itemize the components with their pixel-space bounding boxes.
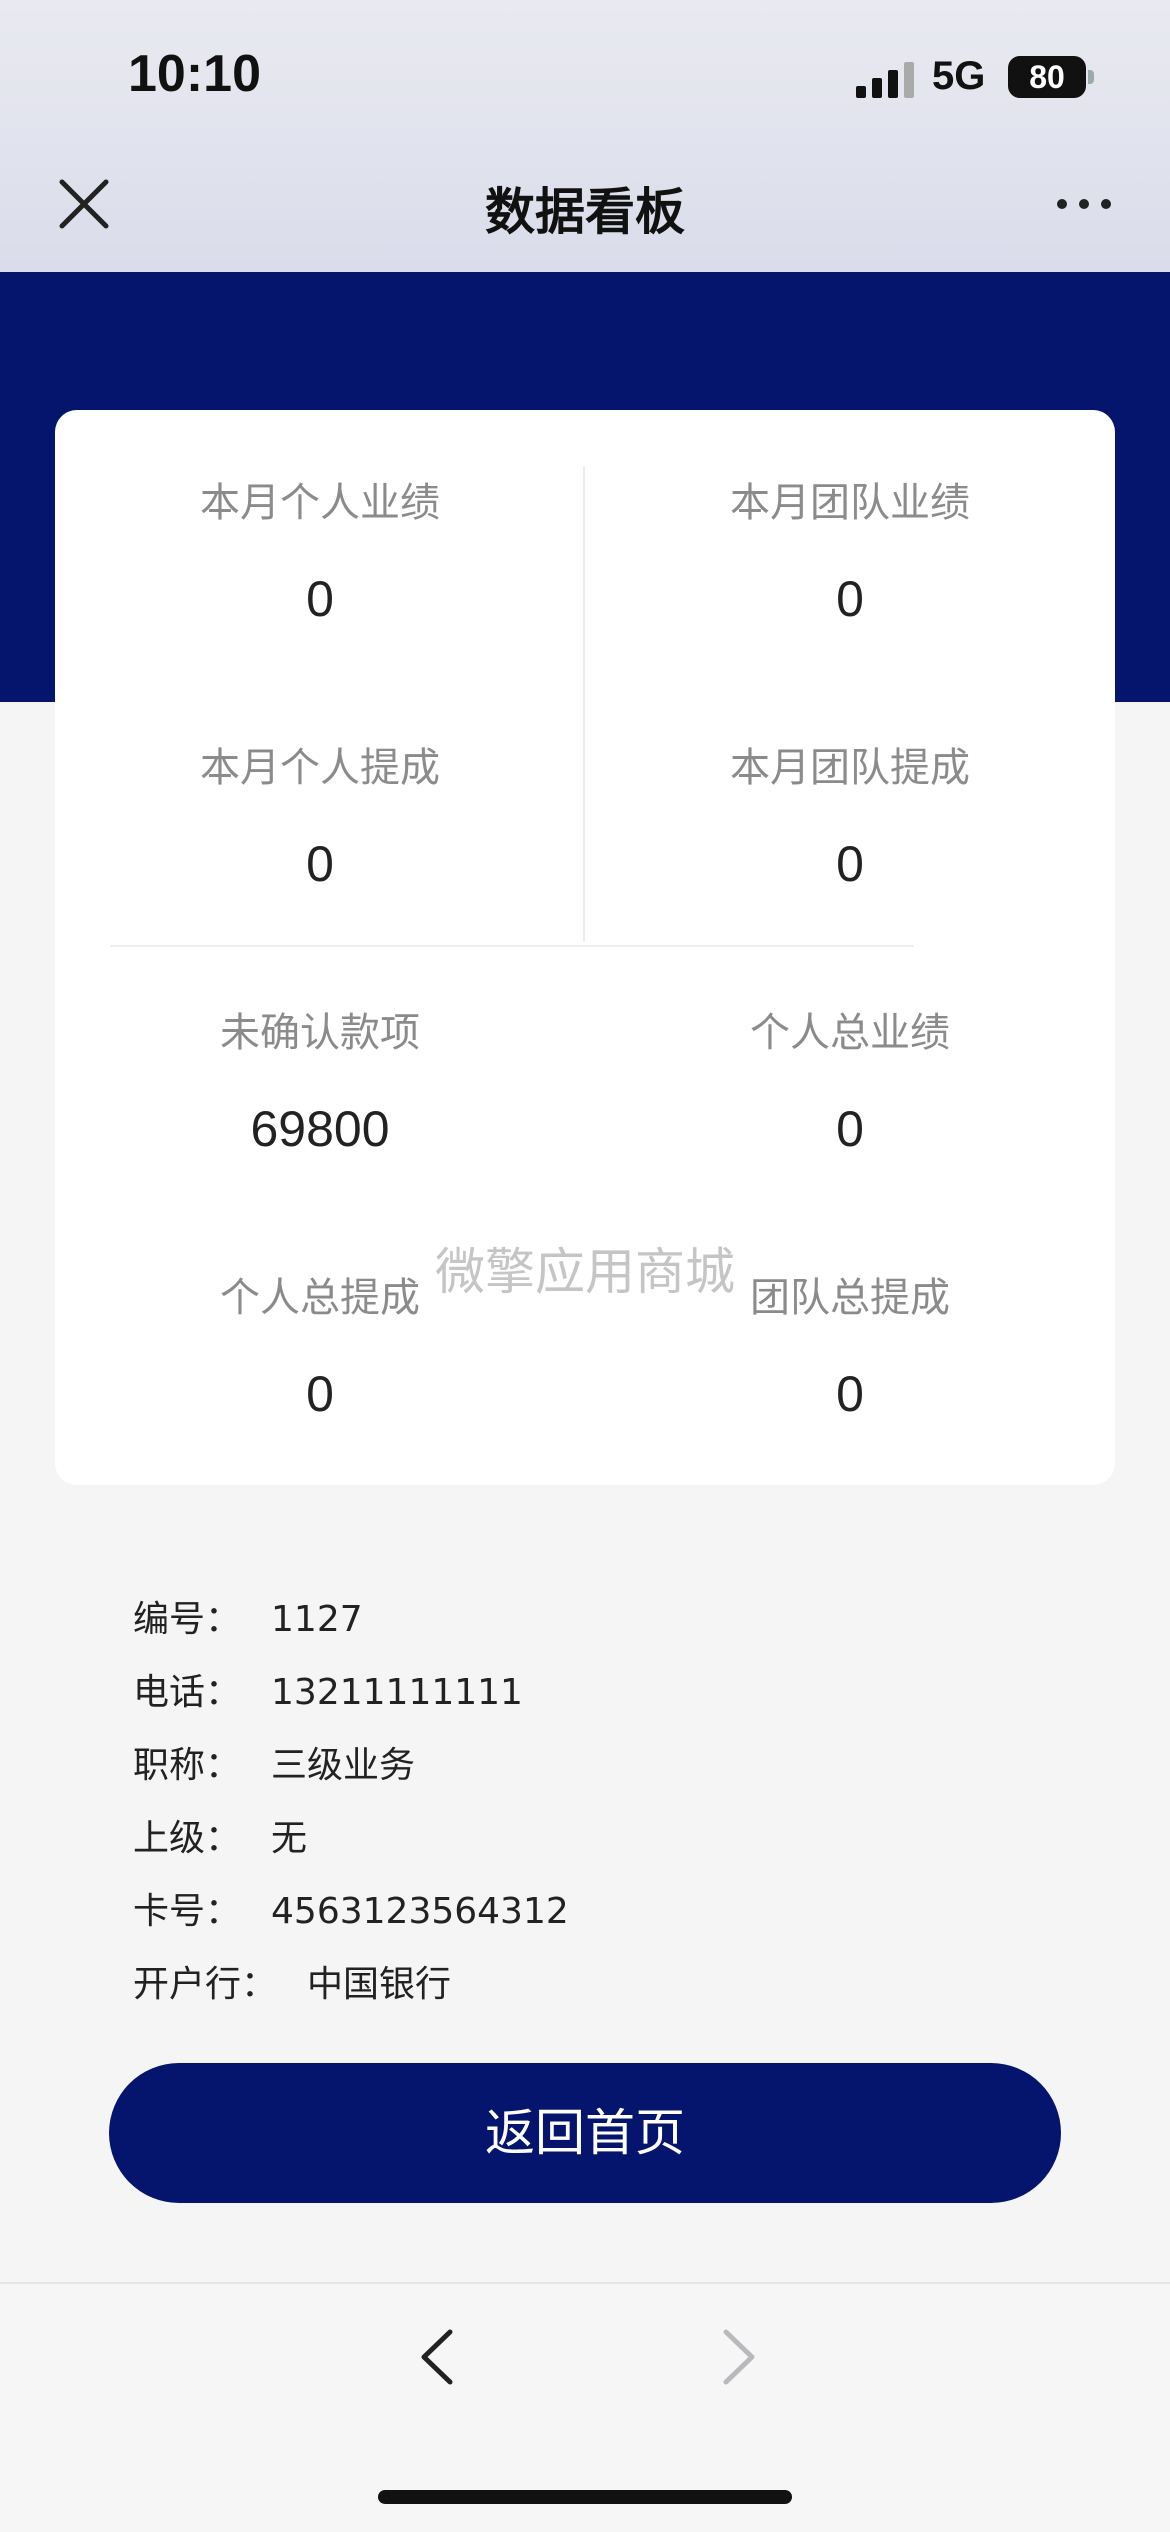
stat-label: 本月个人业绩 [200, 480, 440, 526]
info-label: 电话： [133, 1672, 242, 1713]
stat-unconfirmed-payments: 未确认款项 69800 [55, 1000, 585, 1158]
stat-label: 未确认款项 [220, 1010, 420, 1056]
stat-monthly-personal-performance: 本月个人业绩 0 [55, 470, 585, 628]
signal-icon [856, 62, 914, 98]
back-arrow-icon[interactable] [412, 2326, 464, 2388]
stat-monthly-personal-commission: 本月个人提成 0 [55, 735, 585, 893]
stat-value: 0 [836, 1366, 864, 1422]
info-value: 三级业务 [271, 1745, 416, 1786]
stat-monthly-team-commission: 本月团队提成 0 [585, 735, 1115, 893]
info-row-bank: 开户行： 中国银行 [133, 1955, 451, 2007]
info-value: 13211111111 [271, 1672, 523, 1713]
info-row-title: 职称： 三级业务 [133, 1736, 415, 1788]
network-type: 5G [932, 54, 986, 98]
stat-label: 本月团队业绩 [730, 480, 970, 526]
info-value: 1127 [271, 1599, 363, 1640]
home-indicator [378, 2490, 792, 2504]
info-value: 中国银行 [307, 1964, 452, 2005]
stat-label: 本月团队提成 [730, 745, 970, 791]
stat-value: 0 [306, 571, 334, 627]
battery-tip [1088, 70, 1094, 84]
battery-icon: 80 [1008, 56, 1086, 98]
watermark: 微擎应用商城 [435, 1243, 735, 1301]
stat-label: 本月个人提成 [200, 745, 440, 791]
status-time: 10:10 [128, 45, 261, 103]
status-bar: 10:10 5G 80 [0, 0, 1170, 150]
page-title: 数据看板 [485, 183, 685, 241]
stat-value: 0 [836, 571, 864, 627]
info-label: 上级： [133, 1818, 242, 1859]
info-label: 编号： [133, 1599, 242, 1640]
forward-arrow-icon[interactable] [712, 2326, 764, 2388]
return-home-button[interactable]: 返回首页 [109, 2063, 1061, 2203]
info-row-card-number: 卡号： 4563123564312 [133, 1882, 569, 1934]
horizontal-divider [110, 945, 914, 947]
page: 10:10 5G 80 数据看板 本月个人业绩 0 本月团队业绩 0 本月个人提… [0, 0, 1170, 2532]
stat-label: 个人总业绩 [750, 1010, 950, 1056]
info-label: 开户行： [133, 1964, 278, 2005]
more-icon[interactable] [1054, 194, 1114, 214]
info-row-id: 编号： 1127 [133, 1590, 363, 1642]
stat-personal-total-performance: 个人总业绩 0 [585, 1000, 1115, 1158]
stat-value: 0 [306, 1366, 334, 1422]
stat-value: 0 [306, 836, 334, 892]
info-label: 职称： [133, 1745, 242, 1786]
stat-value: 0 [836, 1101, 864, 1157]
info-label: 卡号： [133, 1891, 242, 1932]
info-value: 4563123564312 [271, 1891, 569, 1932]
info-row-phone: 电话： 13211111111 [133, 1663, 523, 1715]
info-row-superior: 上级： 无 [133, 1809, 307, 1861]
info-value: 无 [271, 1818, 308, 1859]
stat-value: 0 [836, 836, 864, 892]
stat-monthly-team-performance: 本月团队业绩 0 [585, 470, 1115, 628]
stat-value: 69800 [250, 1101, 390, 1157]
